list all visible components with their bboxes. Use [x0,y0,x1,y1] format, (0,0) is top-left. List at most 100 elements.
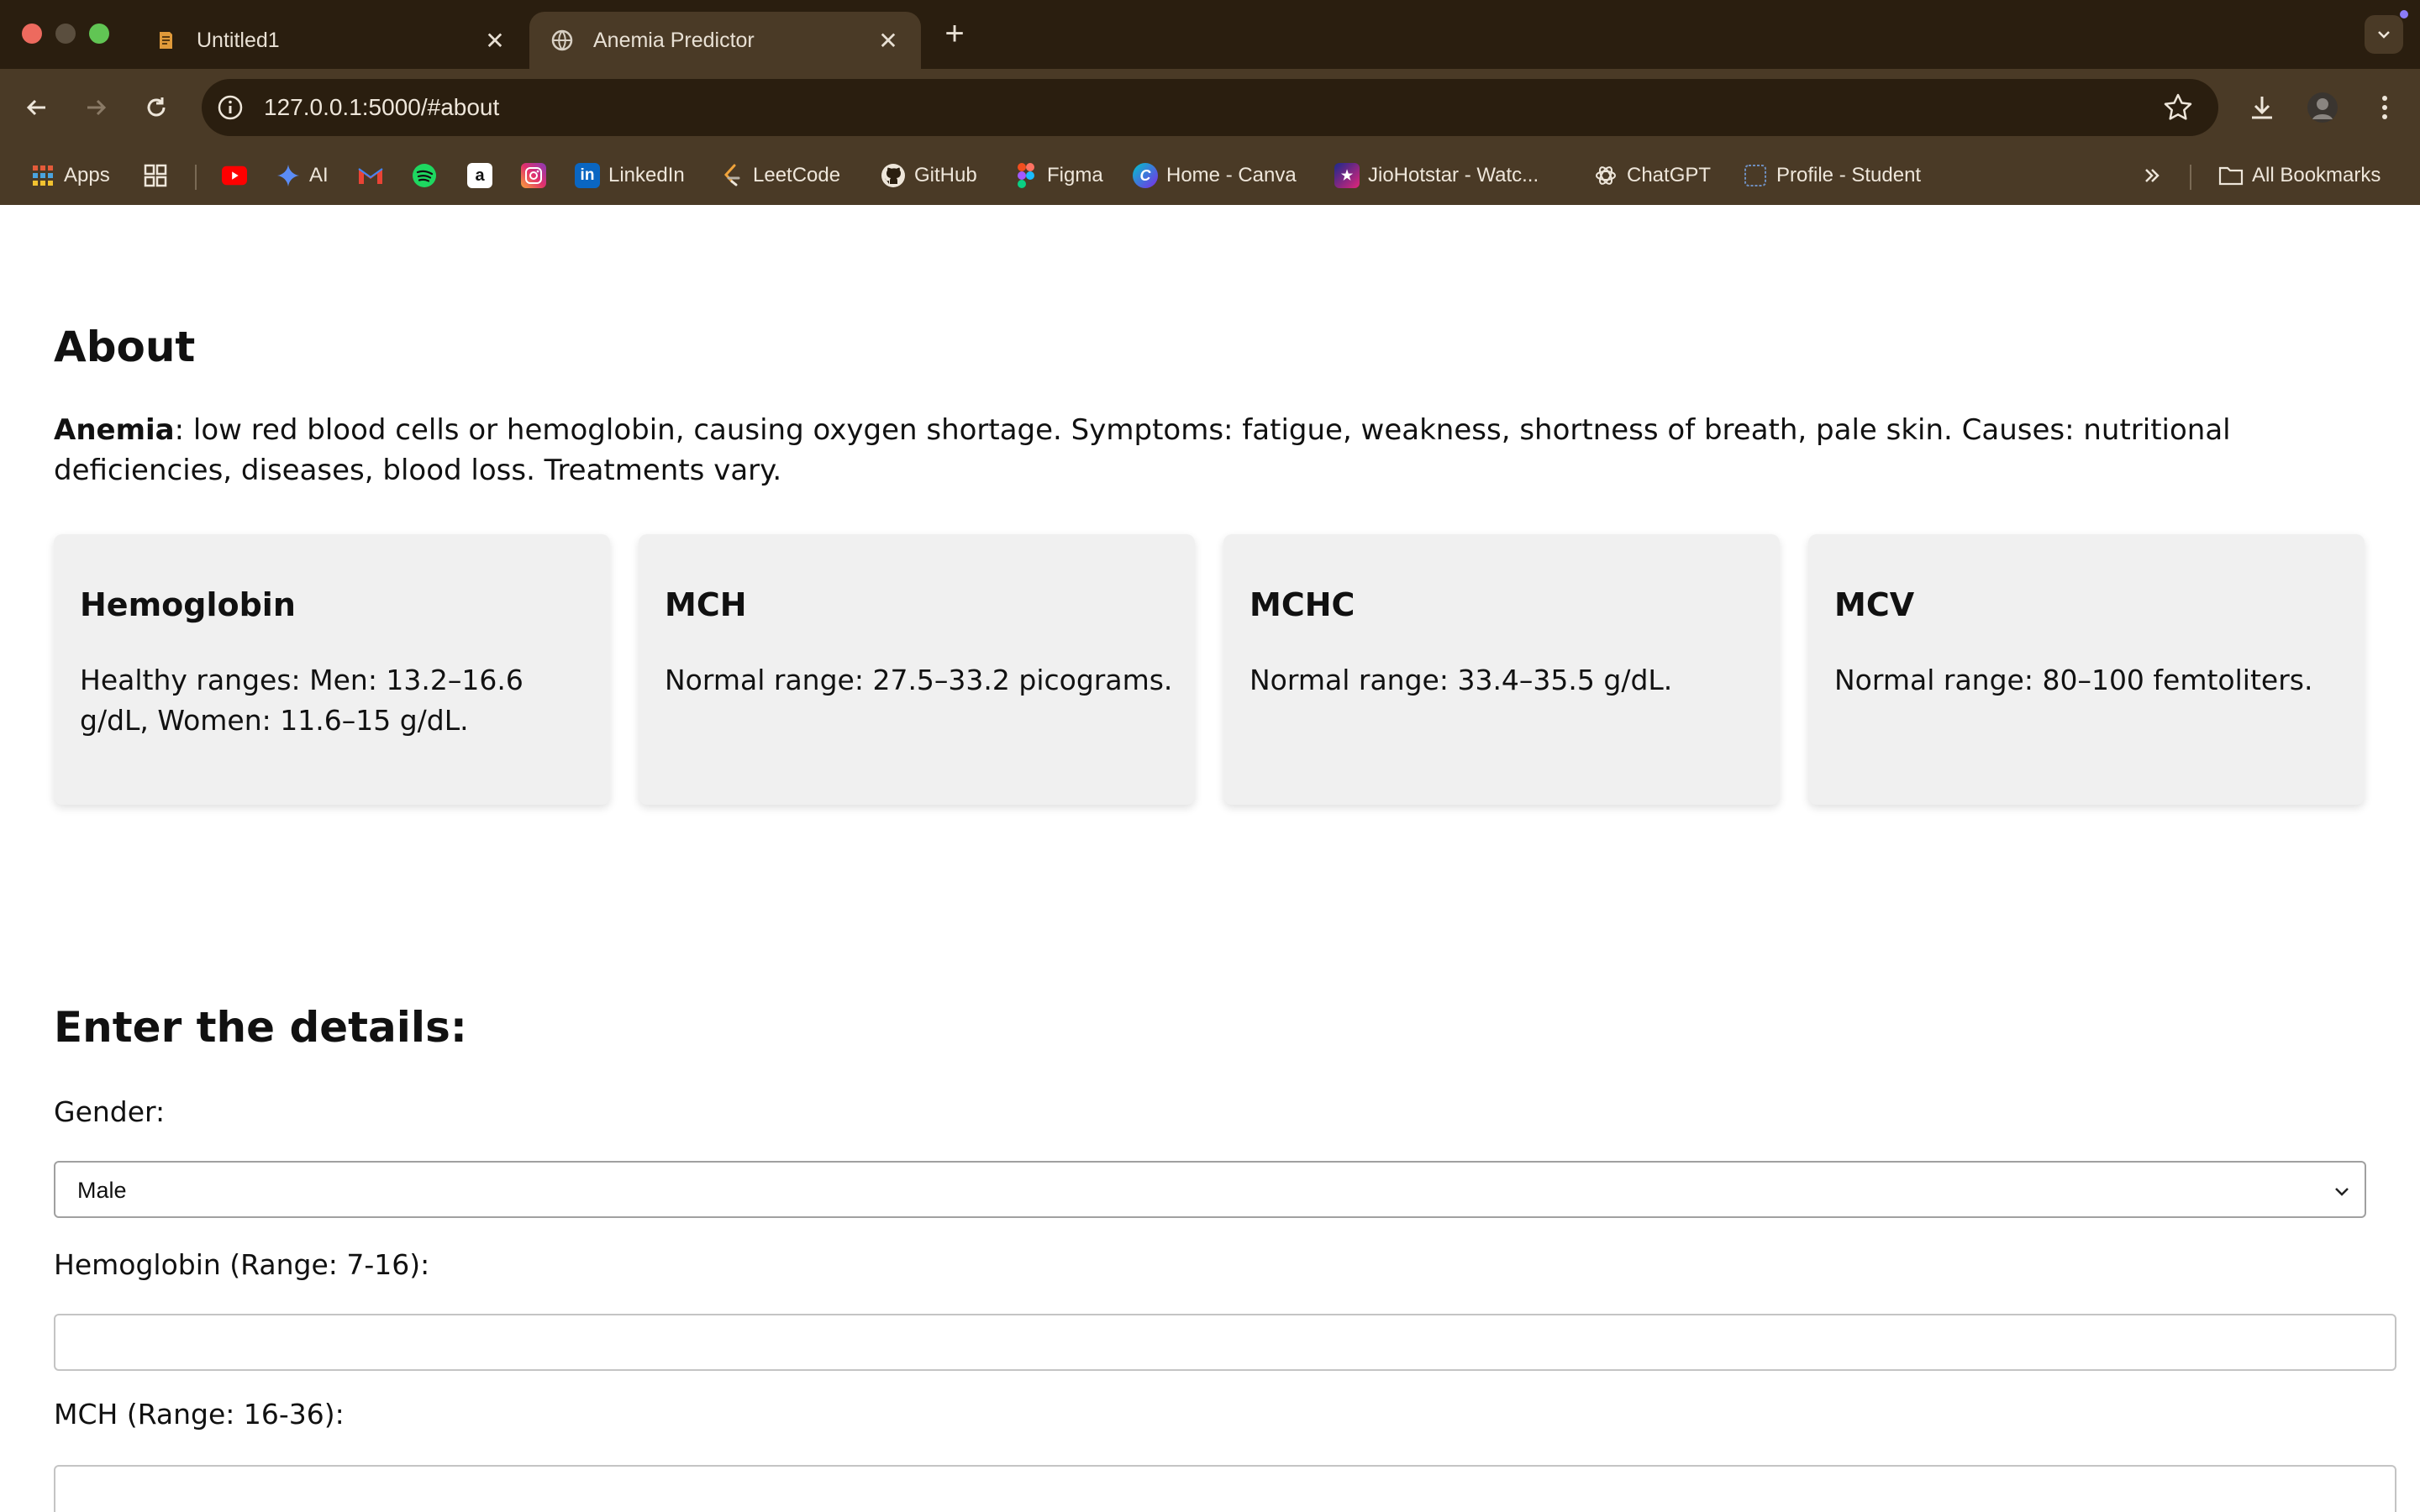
folder-icon [2218,163,2244,188]
leetcode-icon [719,163,744,188]
close-window-button[interactable] [22,24,42,44]
gender-select[interactable]: Male [54,1161,2366,1218]
minimize-window-button[interactable] [55,24,76,44]
close-tab-icon[interactable]: ✕ [482,28,508,54]
bookmark-label: LeetCode [753,164,841,186]
info-card-hemoglobin: Hemoglobin Healthy ranges: Men: 13.2–16.… [54,534,610,805]
card-title: MCHC [1249,586,1355,623]
arrow-left-icon [26,99,45,116]
card-text: Normal range: 27.5–33.2 picograms. [665,664,1173,696]
tab-label: Anemia Predictor [593,28,755,52]
bookmark-jiohotstar[interactable]: ★ JioHotstar - Watc... [1334,158,1539,193]
arrow-right-icon [87,99,107,116]
tab-untitled1[interactable]: Untitled1 ✕ [133,12,528,69]
url-text: 127.0.0.1:5000/#about [264,94,500,120]
bookmark-label: Apps [64,164,110,186]
hemoglobin-label: Hemoglobin (Range: 7-16): [54,1248,430,1281]
browser-menu-button[interactable] [2365,87,2405,128]
bookmark-github[interactable]: GitHub [881,158,977,193]
bookmark-gmail[interactable] [358,158,392,193]
bookmark-label: AI [309,164,329,186]
tab-search-button[interactable] [2365,15,2403,54]
bookmark-label: GitHub [914,164,977,186]
reload-button[interactable] [136,87,176,128]
forward-button[interactable] [76,87,116,128]
address-bar[interactable]: 127.0.0.1:5000/#about [202,79,2218,136]
gmail-icon [358,163,383,188]
hemoglobin-input[interactable] [54,1314,2396,1371]
avatar-icon [2307,92,2338,123]
tab-anemia-predictor[interactable]: Anemia Predictor ✕ [529,12,921,69]
close-tab-icon[interactable]: ✕ [876,28,901,54]
chevron-down-icon [2378,31,2390,39]
github-icon [881,163,906,188]
downloads-button[interactable] [2242,87,2282,128]
bookmark-amazon[interactable]: a [467,158,501,193]
card-title: Hemoglobin [80,586,296,623]
card-title: MCH [665,586,747,623]
info-card-mch: MCH Normal range: 27.5–33.2 picograms. [639,534,1195,805]
notification-dot [2400,10,2408,18]
reload-icon [147,97,166,117]
bookmark-ai[interactable]: AI [276,158,329,193]
bookmarks-bar: Apps AI a in LinkedIn LeetCode GitHub Fi… [0,146,2420,205]
double-chevron-right-icon [2139,163,2165,188]
document-icon [153,28,178,53]
more-vertical-icon [2382,96,2387,119]
page-content: About Anemia: low red blood cells or hem… [0,205,2420,1512]
profile-avatar[interactable] [2302,87,2343,128]
new-tab-button[interactable]: + [939,17,970,50]
bookmarks-separator [195,165,197,190]
gender-label: Gender: [54,1095,166,1128]
bookmark-tab-groups[interactable] [143,158,176,193]
bookmark-spotify[interactable] [412,158,445,193]
bookmark-apps[interactable]: Apps [30,158,110,193]
figma-icon [1013,163,1039,188]
browser-chrome: Untitled1 ✕ Anemia Predictor ✕ + 127.0.0… [0,0,2420,205]
card-title: MCV [1834,586,1915,623]
bookmark-chatgpt[interactable]: ChatGPT [1593,158,1711,193]
card-text: Healthy ranges: Men: 13.2–16.6 g/dL, Wom… [80,664,523,737]
bookmark-youtube[interactable] [222,158,255,193]
bookmark-linkedin[interactable]: in LinkedIn [575,158,685,193]
bookmark-label: LinkedIn [608,164,685,186]
hotstar-icon: ★ [1334,163,1360,188]
maximize-window-button[interactable] [89,24,109,44]
bookmark-label: Home - Canva [1166,164,1297,186]
bookmark-instagram[interactable] [521,158,555,193]
download-icon [2252,97,2272,119]
bookmark-profile-student[interactable]: Profile - Student [1743,158,1921,193]
all-bookmarks-button[interactable]: All Bookmarks [2218,158,2381,193]
site-info-icon[interactable] [215,92,245,123]
canva-icon: C [1133,163,1158,188]
bookmark-label: Profile - Student [1776,164,1922,186]
info-card-mchc: MCHC Normal range: 33.4–35.5 g/dL. [1223,534,1780,805]
more-bookmarks-button[interactable] [2139,158,2173,193]
chevron-down-icon [2335,1188,2349,1196]
back-button[interactable] [17,87,57,128]
bookmark-star-icon[interactable] [2161,91,2195,124]
about-description: : low red blood cells or hemoglobin, cau… [54,413,2231,487]
bookmark-label: JioHotstar - Watc... [1368,164,1539,186]
bookmark-label: Figma [1047,164,1103,186]
globe-icon [550,28,575,53]
apps-grid-icon [30,163,55,188]
bookmark-figma[interactable]: Figma [1013,158,1103,193]
info-card-mcv: MCV Normal range: 80–100 femtoliters. [1808,534,2365,805]
card-text: Normal range: 80–100 femtoliters. [1834,664,2313,696]
tab-groups-icon [143,163,168,188]
sparkle-icon [276,163,301,188]
toolbar: 127.0.0.1:5000/#about [0,69,2420,146]
tab-bar: Untitled1 ✕ Anemia Predictor ✕ + [0,0,2420,69]
amazon-icon: a [467,163,492,188]
all-bookmarks-label: All Bookmarks [2252,164,2381,186]
spotify-icon [412,163,437,188]
bookmark-leetcode[interactable]: LeetCode [719,158,840,193]
bookmark-canva[interactable]: C Home - Canva [1133,158,1297,193]
mch-label: MCH (Range: 16-36): [54,1398,345,1431]
mch-input[interactable] [54,1465,2396,1512]
instagram-icon [521,163,546,188]
chatgpt-icon [1593,163,1618,188]
about-term: Anemia [54,413,175,447]
gender-selected-value: Male [77,1178,127,1203]
